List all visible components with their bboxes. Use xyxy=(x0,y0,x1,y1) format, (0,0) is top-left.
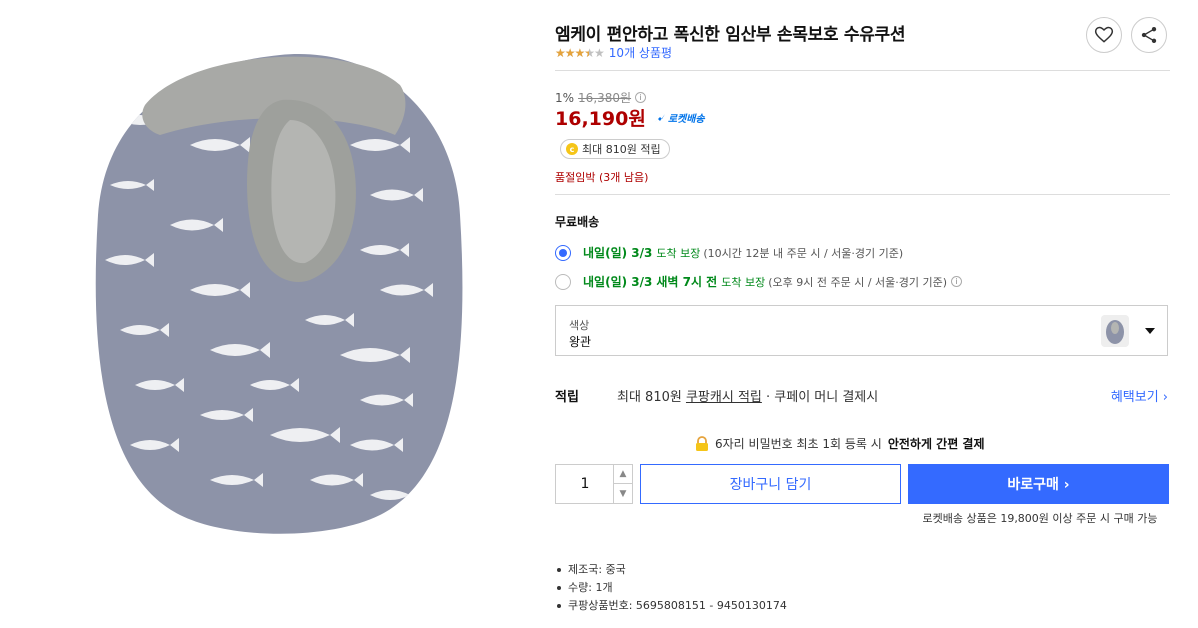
lock-icon xyxy=(696,435,708,451)
divider xyxy=(555,70,1170,71)
info-icon[interactable]: i xyxy=(635,92,647,103)
stock-status: 품절임박 (3개 남음) xyxy=(555,171,649,184)
delivery-guarantee: 도착 보장 xyxy=(721,275,766,289)
quantity-down-button[interactable]: ▼ xyxy=(613,484,632,503)
rocket-delivery-badge: 로켓배송 xyxy=(654,110,705,125)
quantity-stepper[interactable]: 1 ▲ ▼ xyxy=(555,464,633,504)
secure-payment-row: 6자리 비밀번호 최초 1회 등록 시 안전하게 간편 결제 xyxy=(695,435,985,452)
buy-now-button[interactable]: 바로구매 › xyxy=(908,464,1169,504)
quantity-up-button[interactable]: ▲ xyxy=(613,465,632,484)
product-info-panel: 엠케이 편안하고 폭신한 임산부 손목보호 수유쿠션 ★★★★★★★★★★ 10… xyxy=(555,0,1170,628)
heart-icon xyxy=(1094,26,1114,43)
coin-icon: c xyxy=(566,143,578,155)
coupang-cash-link[interactable]: 쿠팡캐시 적립 xyxy=(686,390,762,405)
share-icon xyxy=(1141,27,1157,43)
delivery-date: 내일(일) 3/3 xyxy=(583,246,653,260)
delivery-time: 새벽 7시 전 xyxy=(656,275,718,289)
add-to-cart-button[interactable]: 장바구니 담기 xyxy=(640,464,901,504)
product-title: 엠케이 편안하고 폭신한 임산부 손목보호 수유쿠션 xyxy=(555,25,906,45)
spec-list: 제조국: 중국 수량: 1개 쿠팡상품번호: 5695808151 - 9450… xyxy=(555,561,787,615)
color-option-select[interactable]: 색상 왕관 xyxy=(555,305,1168,356)
discount-rate: 1% xyxy=(555,90,575,105)
shipping-option-1[interactable]: 내일(일) 3/3 도착 보장 (10시간 12분 내 주문 시 / 서울·경기… xyxy=(555,244,903,261)
option-label: 색상 xyxy=(569,319,590,332)
secure-text: 6자리 비밀번호 최초 1회 등록 시 xyxy=(715,437,882,451)
option-value: 왕관 xyxy=(569,335,592,349)
product-image[interactable] xyxy=(50,25,510,545)
shipping-option-2[interactable]: 내일(일) 3/3 새벽 7시 전 도착 보장 (오후 9시 전 주문 시 / … xyxy=(555,273,963,290)
info-icon[interactable]: i xyxy=(951,276,963,287)
delivery-detail: (10시간 12분 내 주문 시 / 서울·경기 기준) xyxy=(703,246,904,260)
rating-row[interactable]: ★★★★★★★★★★ 10개 상품평 xyxy=(555,44,672,61)
rating-stars: ★★★★★★★★★★ xyxy=(555,45,605,60)
quantity-input[interactable]: 1 xyxy=(556,465,614,503)
spec-item: 수량: 1개 xyxy=(555,579,787,597)
spec-item: 제조국: 중국 xyxy=(555,561,787,579)
free-shipping-label: 무료배송 xyxy=(555,215,600,229)
rocket-delivery-note: 로켓배송 상품은 19,800원 이상 주문 시 구매 가능 xyxy=(922,512,1158,525)
reward-row: 적립 최대 810원 쿠팡캐시 적립 · 쿠페이 머니 결제시 혜택보기 › xyxy=(555,386,1168,405)
delivery-detail: (오후 9시 전 주문 시 / 서울·경기 기준) xyxy=(768,275,948,289)
option-thumbnail xyxy=(1101,315,1129,347)
price-row: 16,190원 로켓배송 xyxy=(555,104,705,131)
radio-button[interactable] xyxy=(555,244,571,261)
spec-item: 쿠팡상품번호: 5695808151 - 9450130174 xyxy=(555,597,787,615)
reward-label: 적립 xyxy=(555,390,579,405)
rocket-icon xyxy=(654,113,665,122)
wishlist-button[interactable] xyxy=(1086,17,1122,53)
delivery-date: 내일(일) 3/3 xyxy=(583,275,653,289)
sale-price: 16,190원 xyxy=(555,108,646,130)
reward-text: 최대 810원 쿠팡캐시 적립 · 쿠페이 머니 결제시 xyxy=(617,390,879,405)
secure-bold-text: 안전하게 간편 결제 xyxy=(887,437,985,451)
review-count-link[interactable]: 10개 상품평 xyxy=(609,44,672,61)
chevron-down-icon xyxy=(1145,328,1155,334)
cash-reward-pill: c 최대 810원 적립 xyxy=(560,139,670,159)
delivery-guarantee: 도착 보장 xyxy=(656,246,701,260)
divider xyxy=(555,194,1170,195)
cash-reward-text: 최대 810원 적립 xyxy=(582,143,661,156)
radio-button[interactable] xyxy=(555,273,571,290)
benefit-link[interactable]: 혜택보기 › xyxy=(1111,386,1168,405)
share-button[interactable] xyxy=(1131,17,1167,53)
